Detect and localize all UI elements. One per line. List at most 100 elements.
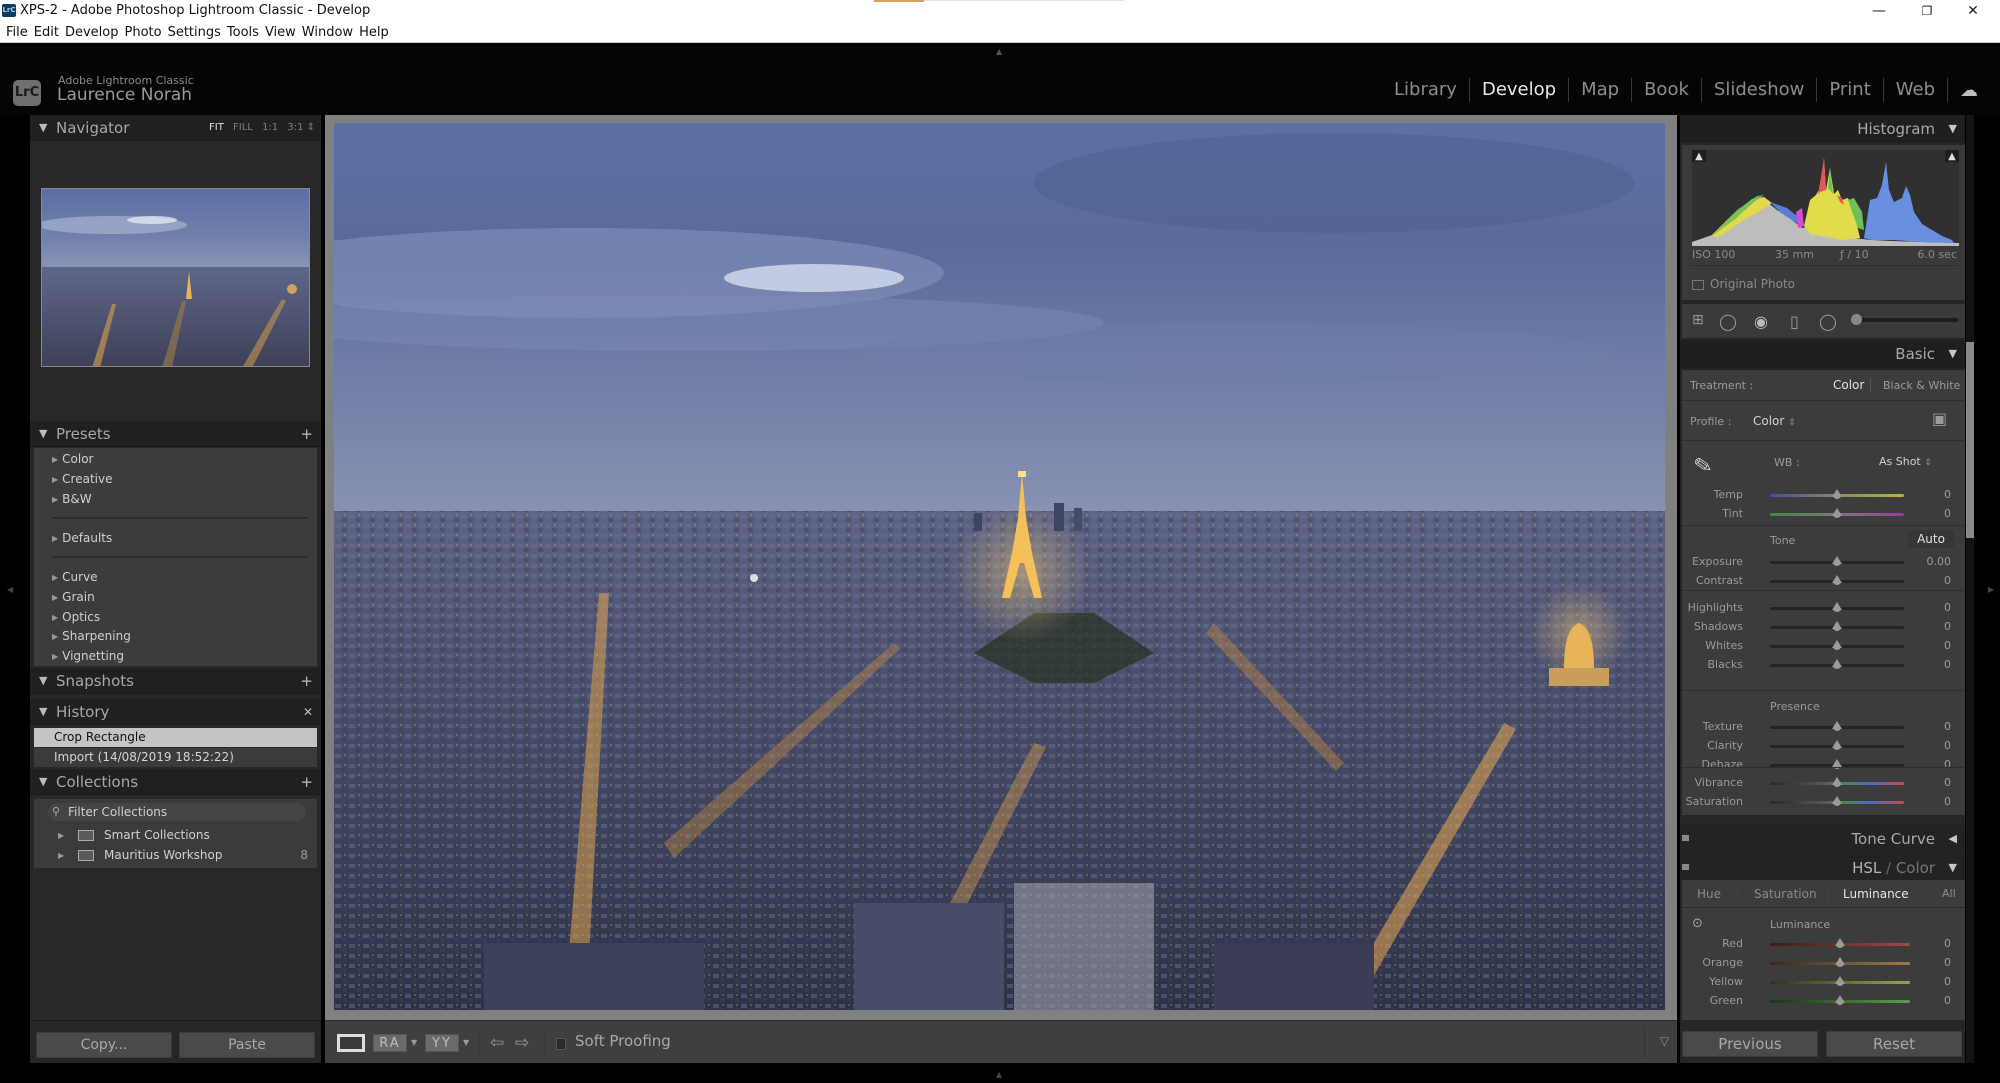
auto-tone-button[interactable]: Auto [1908,530,1954,548]
preset-folder[interactable]: ▶ Color [52,450,94,469]
slider-thumb[interactable] [1832,796,1842,806]
clear-history-icon[interactable]: ✕ [303,699,313,725]
show-top-panel-arrow[interactable]: ▲ [996,47,1002,56]
slider-value[interactable]: 0 [1944,720,1951,733]
restore-button[interactable]: ❐ [1904,0,1950,22]
white-balance-eyedropper-icon[interactable]: ✎ [1692,453,1714,481]
zoom-1-1[interactable]: 1:1 [262,122,278,133]
add-snapshot-icon[interactable]: + [300,668,313,694]
history-header[interactable]: ▼ History ✕ [30,699,321,725]
zoom-stepper-icon[interactable]: ⇕ [303,122,315,133]
collection-row[interactable]: ▶ Mauritius Workshop 8 [58,846,308,865]
navigator-header[interactable]: ▼ Navigator FIT FILL 1:1 3:1 ⇕ [30,115,321,141]
left-panel-toggle-arrow[interactable]: ◀ [7,585,13,594]
cloud-sync-icon[interactable]: ☁ [1948,80,1978,101]
slider-value[interactable]: 0.00 [1927,555,1952,568]
menu-edit[interactable]: Edit [31,22,62,43]
slider-thumb[interactable] [1835,995,1845,1005]
slider-orange[interactable]: Orange 0 [1682,954,1965,973]
slider-thumb[interactable] [1832,556,1842,566]
preset-folder[interactable]: ▶ Sharpening [52,627,131,646]
tab-luminance[interactable]: Luminance [1843,887,1909,901]
slider-value[interactable]: 0 [1944,601,1951,614]
slider-yellow[interactable]: Yellow 0 [1682,973,1965,992]
zoom-fill[interactable]: FILL [233,122,253,133]
before-after-top-bottom-button[interactable]: YY [425,1034,459,1052]
red-eye-correction-icon[interactable]: ◉ [1754,312,1768,331]
dropdown-arrow-icon[interactable]: ▼ [463,1034,469,1052]
preset-folder[interactable]: ▶ Grain [52,588,95,607]
module-map[interactable]: Map [1569,78,1633,102]
slider-thumb[interactable] [1835,957,1845,967]
slider-thumb[interactable] [1835,976,1845,986]
tab-saturation[interactable]: Saturation [1754,887,1817,901]
filmstrip-toggle-arrow[interactable]: ▲ [996,1070,1002,1079]
adjustment-brush-icon[interactable] [1851,314,1862,325]
slider-clarity[interactable]: Clarity 0 [1682,737,1965,756]
slider-value[interactable]: 0 [1944,758,1951,771]
expand-arrow-icon[interactable]: ▶ [58,846,64,865]
slider-temp[interactable]: Temp 0 [1682,486,1965,505]
slider-texture[interactable]: Texture 0 [1682,718,1965,737]
preset-folder[interactable]: ▶ Defaults [52,529,112,548]
presets-header[interactable]: ▼ Presets + [30,421,321,447]
slider-red[interactable]: Red 0 [1682,935,1965,954]
copy-before-after-icon[interactable]: ⇨ [515,1034,529,1052]
collections-header[interactable]: ▼ Collections + [30,769,321,795]
slider-value[interactable]: 0 [1944,507,1951,520]
module-book[interactable]: Book [1632,78,1702,102]
histogram-header[interactable]: Histogram ▼ [1680,115,1965,143]
slider-thumb[interactable] [1832,508,1842,518]
dropdown-arrow-icon[interactable]: ▼ [411,1034,417,1052]
collection-set-row[interactable]: ▶ Smart Collections [58,826,308,845]
copy-settings-button[interactable]: Copy... [36,1032,172,1058]
add-preset-icon[interactable]: + [300,421,313,447]
adjustment-brush-slider[interactable] [1854,318,1958,322]
minimize-button[interactable]: — [1856,0,1902,22]
slider-value[interactable]: 0 [1944,994,1951,1007]
history-item[interactable]: Import (14/08/2019 18:52:22) [34,748,317,767]
right-panel-scroll-track[interactable] [1966,115,1974,1063]
slider-thumb[interactable] [1832,621,1842,631]
wb-dropdown[interactable]: As Shot ⇕ [1879,455,1932,468]
radial-filter-icon[interactable]: ◯ [1819,312,1837,331]
slider-thumb[interactable] [1832,640,1842,650]
treatment-bw-option[interactable]: Black & White [1883,379,1960,392]
slider-value[interactable]: 0 [1944,488,1951,501]
slider-thumb[interactable] [1835,938,1845,948]
slider-thumb[interactable] [1832,740,1842,750]
histogram-graph[interactable] [1692,150,1959,246]
slider-highlights[interactable]: Highlights 0 [1682,599,1965,618]
slider-dehaze[interactable]: Dehaze 0 [1682,756,1965,775]
slider-thumb[interactable] [1832,721,1842,731]
panel-toggle-switch[interactable] [1682,835,1689,841]
menu-file[interactable]: File [3,22,31,43]
original-photo-toggle[interactable]: Original Photo [1692,277,1795,291]
module-library[interactable]: Library [1382,78,1470,102]
slider-saturation[interactable]: Saturation 0 [1682,793,1965,812]
soft-proofing-label[interactable]: Soft Proofing [575,1032,671,1050]
menu-window[interactable]: Window [299,22,356,43]
slider-whites[interactable]: Whites 0 [1682,637,1965,656]
slider-green[interactable]: Green 0 [1682,992,1965,1011]
add-collection-icon[interactable]: + [300,769,313,795]
slider-thumb[interactable] [1832,759,1842,769]
targeted-adjustment-tool-icon[interactable]: ⊙ [1692,916,1703,931]
crop-overlay-icon[interactable]: ⊞ [1692,312,1704,328]
slider-blacks[interactable]: Blacks 0 [1682,656,1965,675]
original-photo-checkbox[interactable] [1692,279,1704,290]
before-after-left-right-button[interactable]: RA [373,1034,407,1052]
expand-arrow-icon[interactable]: ▶ [58,826,64,845]
slider-thumb[interactable] [1832,777,1842,787]
slider-value[interactable]: 0 [1944,776,1951,789]
slider-vibrance[interactable]: Vibrance 0 [1682,774,1965,793]
swap-before-after-icon[interactable]: ⇦ [490,1034,504,1052]
navigator-preview[interactable] [41,188,310,367]
slider-value[interactable]: 0 [1944,975,1951,988]
basic-header[interactable]: Basic ▼ [1680,340,1965,368]
slider-thumb[interactable] [1832,575,1842,585]
tab-all[interactable]: All [1942,887,1956,900]
right-panel-scrollbar[interactable] [1966,342,1974,538]
slider-shadows[interactable]: Shadows 0 [1682,618,1965,637]
menu-photo[interactable]: Photo [121,22,164,43]
